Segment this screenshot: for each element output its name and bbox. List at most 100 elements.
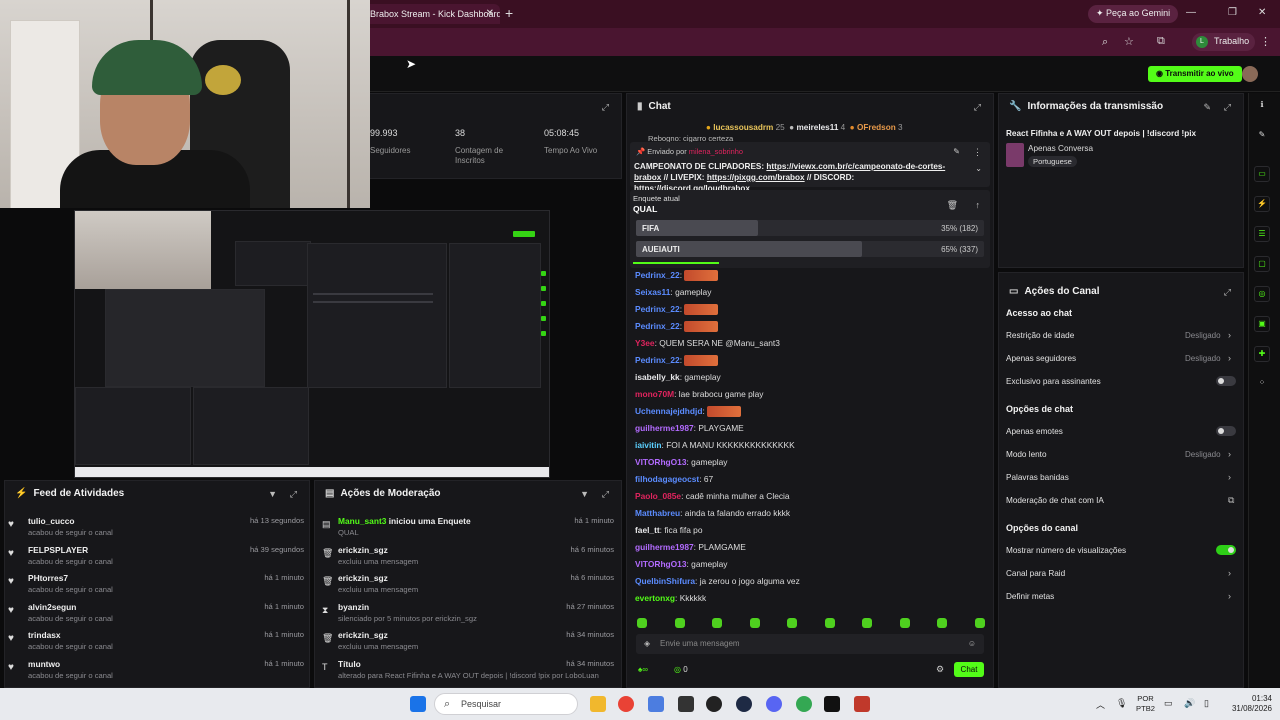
user-avatar[interactable] [1242, 66, 1258, 82]
chat-bubble-icon[interactable]: ▢ [1254, 256, 1270, 272]
chevron-right-icon[interactable]: › [1228, 568, 1231, 578]
poll-option[interactable]: AUEIAUTI 65% (337) [636, 241, 984, 257]
emote-shortcut-icon[interactable] [899, 618, 910, 628]
gemini-button[interactable]: ✦ Peça ao Gemini [1088, 5, 1179, 23]
moderation-user[interactable]: erickzin_sgz [338, 573, 388, 583]
moderation-user[interactable]: byanzin [338, 602, 369, 612]
expand-icon[interactable]: ⤢ [974, 102, 981, 113]
restore-icon[interactable]: ❐ [1228, 7, 1237, 18]
setting-label[interactable]: Restrição de idade [1006, 331, 1074, 340]
feed-username[interactable]: FELPSPLAYER [28, 545, 88, 555]
moderation-user[interactable]: erickzin_sgz [338, 545, 388, 555]
emote-shortcut-icon[interactable] [824, 618, 835, 628]
taskbar-search[interactable]: ⌕ Pesquisar [434, 693, 578, 715]
gifter-name[interactable]: OFredson [857, 123, 896, 132]
network-icon[interactable]: ▭ [1164, 698, 1173, 709]
setting-label[interactable]: Apenas seguidores [1006, 354, 1076, 363]
close-window-icon[interactable]: ✕ [1258, 7, 1266, 18]
menu-kebab-icon[interactable]: ⋮ [1260, 35, 1271, 48]
bolt-icon[interactable]: ⚡ [1254, 196, 1270, 212]
moderation-user[interactable]: Manu_sant3 [338, 516, 386, 526]
extensions-icon[interactable]: ⧉ [1157, 35, 1165, 48]
emote-shortcut-icon[interactable] [749, 618, 760, 628]
feed-username[interactable]: alvin2segun [28, 602, 76, 612]
gifter-name[interactable]: meireles11 [797, 123, 839, 132]
chat-username[interactable]: fael_tt [635, 525, 660, 535]
app-icon[interactable] [854, 696, 870, 712]
chat-username[interactable]: Pedrinx_22 [635, 270, 680, 280]
chat-username[interactable]: Pedrinx_22 [635, 304, 680, 314]
chevron-right-icon[interactable]: › [1228, 330, 1231, 340]
moderation-user[interactable]: Título [338, 659, 361, 669]
target-icon[interactable]: ◎ [1254, 286, 1270, 302]
expand-icon[interactable]: ⤢ [602, 489, 609, 500]
chat-username[interactable]: Uchennajejdhdjd [635, 406, 702, 416]
chevron-right-icon[interactable]: › [1228, 591, 1231, 601]
chat-username[interactable]: Matthabreu [635, 508, 680, 518]
toggle-switch[interactable] [1216, 426, 1236, 436]
send-chat-button[interactable]: Chat [954, 662, 984, 677]
chat-username[interactable]: Pedrinx_22 [635, 321, 680, 331]
emote-shortcut-icon[interactable] [862, 618, 872, 628]
chat-username[interactable]: iaivitin [635, 440, 662, 450]
shield-icon[interactable]: ◈ [644, 639, 650, 648]
channel-points-icon[interactable]: ♠∞ [638, 665, 648, 674]
chat-username[interactable]: Y3ee [635, 338, 655, 348]
expand-icon[interactable]: ⤢ [290, 489, 297, 500]
box-icon[interactable]: ▣ [1254, 316, 1270, 332]
feed-username[interactable]: PHtorres7 [28, 573, 68, 583]
tools-icon[interactable]: ✚ [1254, 346, 1270, 362]
list-icon[interactable]: ☰ [1254, 226, 1270, 242]
go-live-button[interactable]: ◉ Transmitir ao vivo [1148, 66, 1242, 82]
setting-label[interactable]: Modo lento [1006, 450, 1047, 459]
chevron-down-icon[interactable]: ⌄ [975, 164, 982, 173]
minimize-icon[interactable]: — [1186, 7, 1196, 18]
chat-username[interactable]: VITORhgO13 [635, 559, 687, 569]
feed-username[interactable]: trindasx [28, 630, 61, 640]
setting-label[interactable]: Exclusivo para assinantes [1006, 377, 1101, 386]
pinned-sender[interactable]: milena_sobrinho [689, 147, 743, 156]
setting-label[interactable]: Canal para Raid [1006, 569, 1065, 578]
pin-menu-icon[interactable]: ⋮ [973, 147, 982, 158]
zoom-icon[interactable]: ⌕ [1102, 36, 1108, 49]
chrome-icon[interactable] [796, 696, 812, 712]
info-icon[interactable]: ℹ [1254, 98, 1270, 114]
profile-chip[interactable]: L Trabalho [1192, 33, 1256, 51]
tray-chevron-icon[interactable]: ︿ [1096, 698, 1105, 711]
chat-username[interactable]: VITORhgO13 [635, 457, 687, 467]
battery-icon[interactable]: ▯ [1204, 698, 1209, 709]
feed-username[interactable]: tulio_cucco [28, 516, 75, 526]
chat-username[interactable]: guilherme1987 [635, 542, 694, 552]
pen-icon[interactable]: ✎ [1254, 128, 1270, 144]
bookmark-star-icon[interactable]: ☆ [1124, 35, 1134, 48]
setting-label[interactable]: Moderação de chat com IA [1006, 496, 1104, 505]
chat-username[interactable]: Seixas11 [635, 287, 670, 297]
discord-icon[interactable] [766, 696, 782, 712]
emote-shortcut-icon[interactable] [674, 618, 685, 628]
setting-label[interactable]: Mostrar número de visualizações [1006, 546, 1126, 555]
close-tab-icon[interactable]: ✕ [486, 8, 494, 19]
chevron-right-icon[interactable]: › [1228, 472, 1231, 482]
setting-label[interactable]: Palavras banidas [1006, 473, 1069, 482]
external-link-icon[interactable]: ⧉ [1228, 495, 1234, 506]
gifter-name[interactable]: lucassousadrm [713, 123, 773, 132]
filter-icon[interactable]: ▼ [268, 489, 277, 499]
setting-label[interactable]: Apenas emotes [1006, 427, 1063, 436]
moderation-user[interactable]: erickzin_sgz [338, 630, 388, 640]
toggle-switch[interactable] [1216, 376, 1236, 386]
chat-username[interactable]: QuelbinShifura [635, 576, 695, 586]
taskbar-clock[interactable]: 01:34 31/08/2026 [1222, 694, 1272, 714]
chat-input[interactable]: ◈ Envie uma mensagem ☺ [636, 634, 984, 654]
toggle-switch[interactable] [1216, 545, 1236, 555]
windows-start-icon[interactable] [410, 696, 426, 712]
emote-shortcut-icon[interactable] [637, 618, 647, 628]
emote-shortcut-icon[interactable] [937, 618, 947, 628]
feed-username[interactable]: muntwo [28, 659, 60, 669]
chat-username[interactable]: guilherme1987 [635, 423, 694, 433]
delete-poll-icon[interactable]: 🗑 [947, 200, 958, 211]
chat-username[interactable]: isabelly_kk [635, 372, 680, 382]
emote-shortcut-icon[interactable] [787, 618, 797, 628]
chevron-right-icon[interactable]: › [1228, 449, 1231, 459]
settings-gear-icon[interactable]: ⚙ [936, 664, 944, 675]
expand-icon[interactable]: ⤢ [602, 102, 609, 113]
